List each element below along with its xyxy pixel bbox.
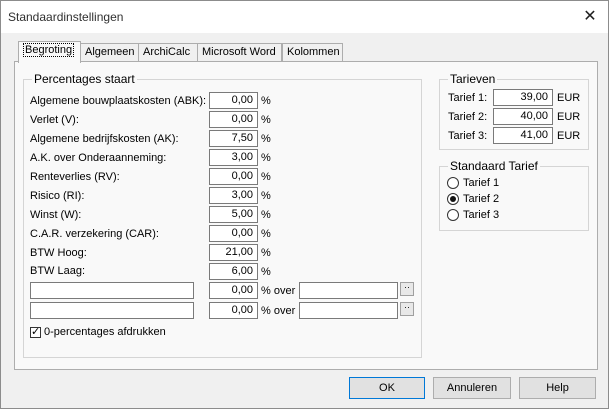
winst-label: Winst (W): <box>30 209 82 221</box>
tarief-1-unit: EUR <box>557 92 581 104</box>
custom-2-value-field[interactable]: 0,00 <box>209 302 258 319</box>
title-bar: Standaardinstellingen ✕ <box>1 1 608 33</box>
print-zero-label: 0-percentages afdrukken <box>44 326 166 338</box>
custom-1-name-field[interactable] <box>30 282 194 299</box>
ok-button[interactable]: OK <box>349 377 425 399</box>
winst-field[interactable]: 5,00 <box>209 206 258 223</box>
tarief-1-radio-label: Tarief 1 <box>463 177 500 189</box>
tarief-2-radio[interactable] <box>447 193 459 205</box>
tarief-2-label: Tarief 2: <box>448 111 488 123</box>
btw-laag-unit: % <box>261 266 271 278</box>
custom-2-pick-button[interactable]: ·· <box>400 302 414 316</box>
window-title: Standaardinstellingen <box>8 10 124 24</box>
ak-unit: % <box>261 133 271 145</box>
custom-1-unit: % over <box>261 285 296 297</box>
renteverlies-label: Renteverlies (RV): <box>30 171 120 183</box>
ak-label: Algemene bedrijfskosten (AK): <box>30 133 179 145</box>
tarief-1-label: Tarief 1: <box>448 92 488 104</box>
ak-onderaanneming-unit: % <box>261 152 271 164</box>
tarief-3-radio-label: Tarief 3 <box>463 209 500 221</box>
ak-onderaanneming-field[interactable]: 3,00 <box>209 149 258 166</box>
risico-unit: % <box>261 190 271 202</box>
percentages-title: Percentages staart <box>32 72 137 86</box>
tarieven-title: Tarieven <box>448 72 498 86</box>
custom-1-pick-button[interactable]: ·· <box>400 282 414 296</box>
tarief-3-unit: EUR <box>557 130 581 142</box>
car-field[interactable]: 0,00 <box>209 225 258 242</box>
abk-label: Algemene bouwplaatskosten (ABK): <box>30 95 207 107</box>
risico-label: Risico (RI): <box>30 190 85 202</box>
abk-field[interactable]: 0,00 <box>209 92 258 109</box>
tarief-2-unit: EUR <box>557 111 581 123</box>
custom-2-name-field[interactable] <box>30 302 194 319</box>
tab-kolommen[interactable]: Kolommen <box>282 43 343 61</box>
tarief-3-radio[interactable] <box>447 209 459 221</box>
winst-unit: % <box>261 209 271 221</box>
tarief-1-radio[interactable] <box>447 177 459 189</box>
settings-dialog: Standaardinstellingen ✕ Begroting Algeme… <box>0 0 609 409</box>
standaard-tarief-group: Standaard Tarief <box>439 159 589 231</box>
custom-1-over-field[interactable] <box>299 282 398 299</box>
verlet-unit: % <box>261 114 271 126</box>
tarief-1-field[interactable]: 39,00 <box>493 89 553 106</box>
cancel-button[interactable]: Annuleren <box>433 377 511 399</box>
tab-begroting[interactable]: Begroting <box>18 41 81 63</box>
renteverlies-unit: % <box>261 171 271 183</box>
tab-panel-begroting: Percentages staart Algemene bouwplaatsko… <box>14 61 598 370</box>
verlet-label: Verlet (V): <box>30 114 79 126</box>
verlet-field[interactable]: 0,00 <box>209 111 258 128</box>
help-button[interactable]: Help <box>519 377 596 399</box>
btw-hoog-field[interactable]: 21,00 <box>209 244 258 261</box>
print-zero-checkbox[interactable]: ✓ <box>30 327 41 338</box>
renteverlies-field[interactable]: 0,00 <box>209 168 258 185</box>
tarief-3-label: Tarief 3: <box>448 130 488 142</box>
tarief-3-field[interactable]: 41,00 <box>493 127 553 144</box>
custom-2-unit: % over <box>261 305 296 317</box>
tab-archicalc[interactable]: ArchiCalc <box>138 43 198 61</box>
tarief-2-field[interactable]: 40,00 <box>493 108 553 125</box>
custom-1-value-field[interactable]: 0,00 <box>209 282 258 299</box>
close-icon[interactable]: ✕ <box>582 9 598 25</box>
tab-algemeen[interactable]: Algemeen <box>80 43 141 61</box>
ak-onderaanneming-label: A.K. over Onderaanneming: <box>30 152 167 164</box>
standaard-tarief-title: Standaard Tarief <box>448 159 540 173</box>
car-unit: % <box>261 228 271 240</box>
btw-laag-label: BTW Laag: <box>30 265 86 277</box>
custom-2-over-field[interactable] <box>299 302 398 319</box>
car-label: C.A.R. verzekering (CAR): <box>30 228 159 240</box>
btw-hoog-label: BTW Hoog: <box>30 247 87 259</box>
btw-laag-field[interactable]: 6,00 <box>209 263 258 280</box>
risico-field[interactable]: 3,00 <box>209 187 258 204</box>
tarief-2-radio-label: Tarief 2 <box>463 193 500 205</box>
btw-hoog-unit: % <box>261 247 271 259</box>
ak-field[interactable]: 7,50 <box>209 130 258 147</box>
tab-microsoft-word[interactable]: Microsoft Word <box>197 43 282 61</box>
abk-unit: % <box>261 95 271 107</box>
